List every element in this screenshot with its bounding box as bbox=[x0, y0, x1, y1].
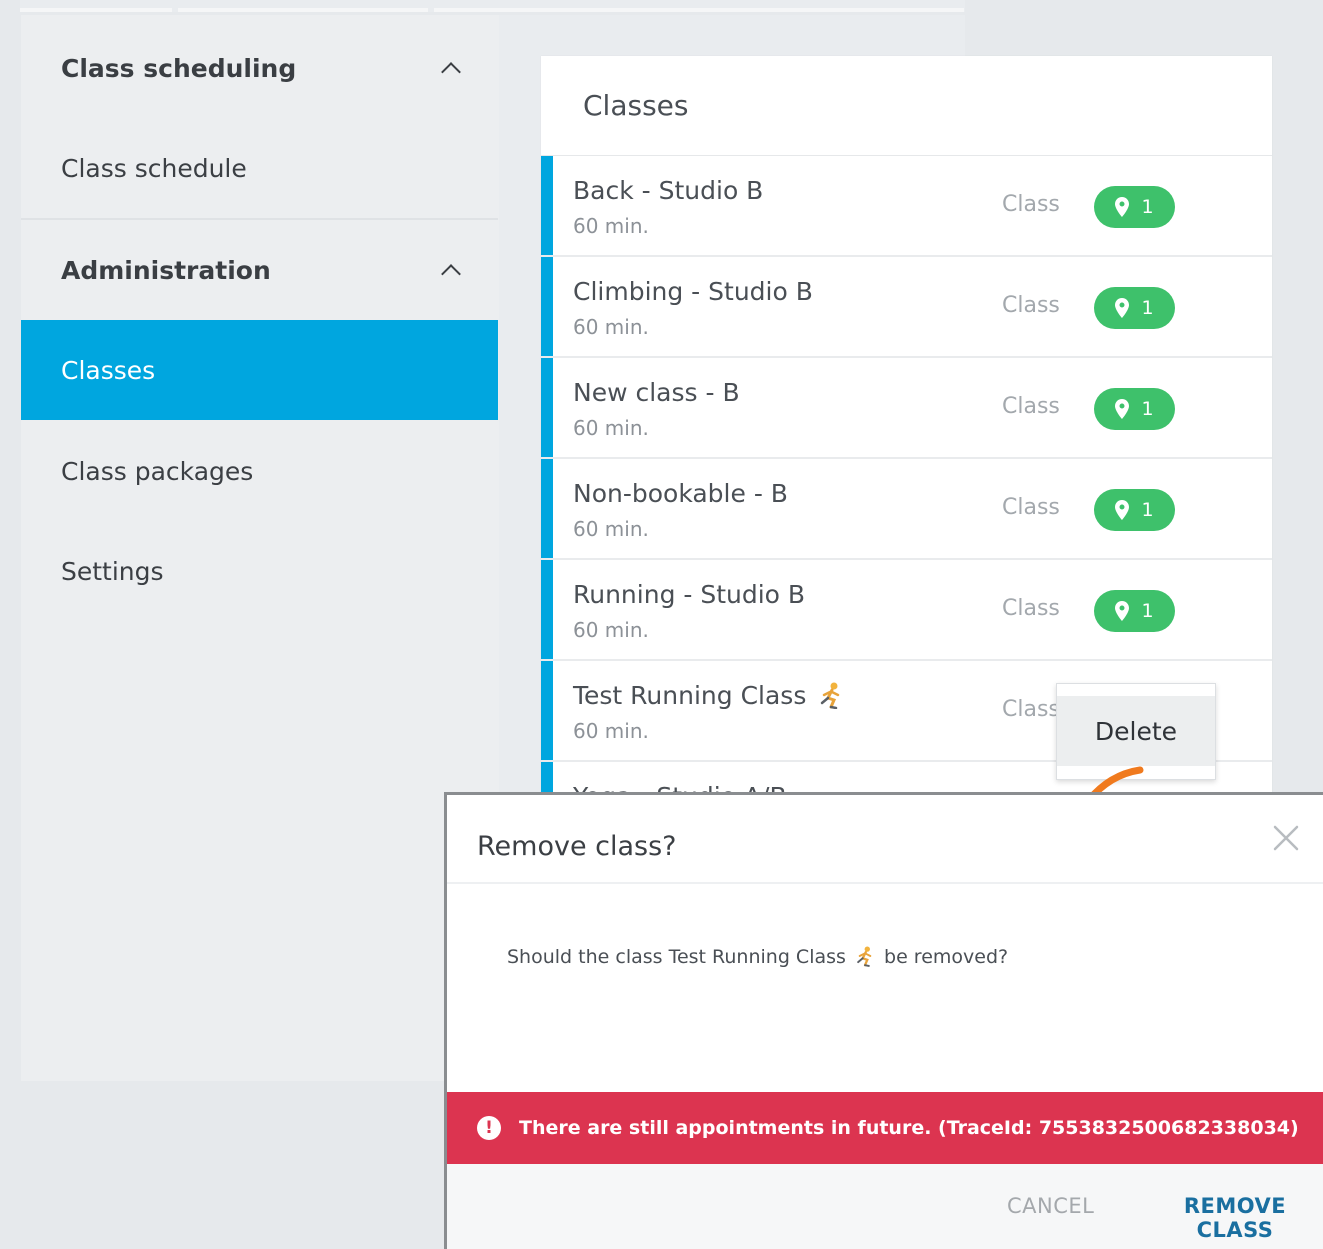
location-badge[interactable]: 1 bbox=[1094, 287, 1175, 329]
location-count: 1 bbox=[1141, 398, 1154, 420]
top-tab-segment bbox=[20, 8, 172, 12]
class-type: Class bbox=[1002, 495, 1060, 520]
class-name-wrapper: Test Running Class bbox=[573, 681, 848, 710]
class-type: Class bbox=[1002, 293, 1060, 318]
class-row[interactable]: Climbing - Studio B 60 min. Class 1 bbox=[541, 257, 1272, 358]
map-pin-icon bbox=[1115, 500, 1130, 520]
sidebar-section-label: Class scheduling bbox=[61, 53, 297, 83]
dialog-divider bbox=[447, 882, 1323, 884]
class-row[interactable]: Running - Studio B 60 min. Class 1 bbox=[541, 560, 1272, 661]
class-type: Class bbox=[1002, 697, 1060, 722]
top-tab-segment bbox=[178, 8, 428, 12]
class-duration: 60 min. bbox=[573, 719, 649, 743]
dialog-message-prefix: Should the class Test Running Class bbox=[507, 946, 846, 968]
class-type: Class bbox=[1002, 394, 1060, 419]
map-pin-icon bbox=[1115, 197, 1130, 217]
running-person-icon bbox=[821, 682, 840, 709]
sidebar-item-label: Class schedule bbox=[61, 153, 247, 183]
dialog-footer: CANCEL REMOVE CLASS bbox=[447, 1164, 1323, 1249]
class-type: Class bbox=[1002, 192, 1060, 217]
sidebar-item-label: Class packages bbox=[61, 456, 254, 486]
top-tab-strip bbox=[20, 0, 965, 12]
location-count: 1 bbox=[1141, 297, 1154, 319]
dialog-message: Should the class Test Running Class be r… bbox=[507, 945, 1008, 968]
sidebar-section-class-scheduling[interactable]: Class scheduling bbox=[21, 18, 498, 118]
remove-class-dialog: Remove class? Should the class Test Runn… bbox=[444, 792, 1323, 1249]
class-row[interactable]: Back - Studio B 60 min. Class 1 bbox=[541, 156, 1272, 257]
map-pin-icon bbox=[1115, 399, 1130, 419]
dialog-message-suffix: be removed? bbox=[884, 946, 1009, 968]
map-pin-icon bbox=[1115, 601, 1130, 621]
class-name: Climbing - Studio B bbox=[573, 277, 813, 306]
class-row[interactable]: Non-bookable - B 60 min. Class 1 bbox=[541, 459, 1272, 560]
class-duration: 60 min. bbox=[573, 214, 649, 238]
sidebar-item-class-packages[interactable]: Class packages bbox=[21, 421, 498, 521]
class-duration: 60 min. bbox=[573, 517, 649, 541]
class-type: Class bbox=[1002, 596, 1060, 621]
class-name: Back - Studio B bbox=[573, 176, 764, 205]
remove-class-button[interactable]: REMOVE CLASS bbox=[1147, 1194, 1323, 1242]
panel-title: Classes bbox=[541, 56, 1272, 156]
class-name: New class - B bbox=[573, 378, 740, 407]
class-name: Running - Studio B bbox=[573, 580, 806, 609]
class-duration: 60 min. bbox=[573, 315, 649, 339]
error-banner: ! There are still appointments in future… bbox=[447, 1092, 1323, 1164]
class-row[interactable]: New class - B 60 min. Class 1 bbox=[541, 358, 1272, 459]
exclamation-circle-icon: ! bbox=[477, 1116, 501, 1140]
location-badge[interactable]: 1 bbox=[1094, 590, 1175, 632]
location-count: 1 bbox=[1141, 196, 1154, 218]
delete-menu-item[interactable]: Delete bbox=[1057, 696, 1215, 766]
chevron-up-icon bbox=[441, 264, 461, 284]
location-count: 1 bbox=[1141, 600, 1154, 622]
sidebar: Class scheduling Class schedule Administ… bbox=[21, 15, 499, 1081]
sidebar-section-administration[interactable]: Administration bbox=[21, 220, 498, 320]
map-pin-icon bbox=[1115, 298, 1130, 318]
class-name: Non-bookable - B bbox=[573, 479, 788, 508]
close-icon[interactable] bbox=[1271, 823, 1301, 853]
location-badge[interactable]: 1 bbox=[1094, 489, 1175, 531]
error-message: There are still appointments in future. … bbox=[519, 1117, 1299, 1139]
top-tab-segment bbox=[434, 8, 964, 12]
running-person-icon bbox=[857, 946, 872, 967]
sidebar-section-label: Administration bbox=[61, 255, 271, 285]
location-badge[interactable]: 1 bbox=[1094, 388, 1175, 430]
class-duration: 60 min. bbox=[573, 416, 649, 440]
location-count: 1 bbox=[1141, 499, 1154, 521]
sidebar-item-label: Settings bbox=[61, 556, 164, 586]
sidebar-item-settings[interactable]: Settings bbox=[21, 521, 498, 621]
sidebar-item-classes[interactable]: Classes bbox=[21, 320, 498, 420]
cancel-button[interactable]: CANCEL bbox=[1007, 1194, 1094, 1218]
sidebar-item-label: Classes bbox=[61, 355, 156, 385]
location-badge[interactable]: 1 bbox=[1094, 186, 1175, 228]
class-duration: 60 min. bbox=[573, 618, 649, 642]
sidebar-item-class-schedule[interactable]: Class schedule bbox=[21, 118, 498, 218]
chevron-up-icon bbox=[441, 62, 461, 82]
class-name: Test Running Class bbox=[573, 681, 807, 710]
dialog-title: Remove class? bbox=[477, 831, 677, 862]
